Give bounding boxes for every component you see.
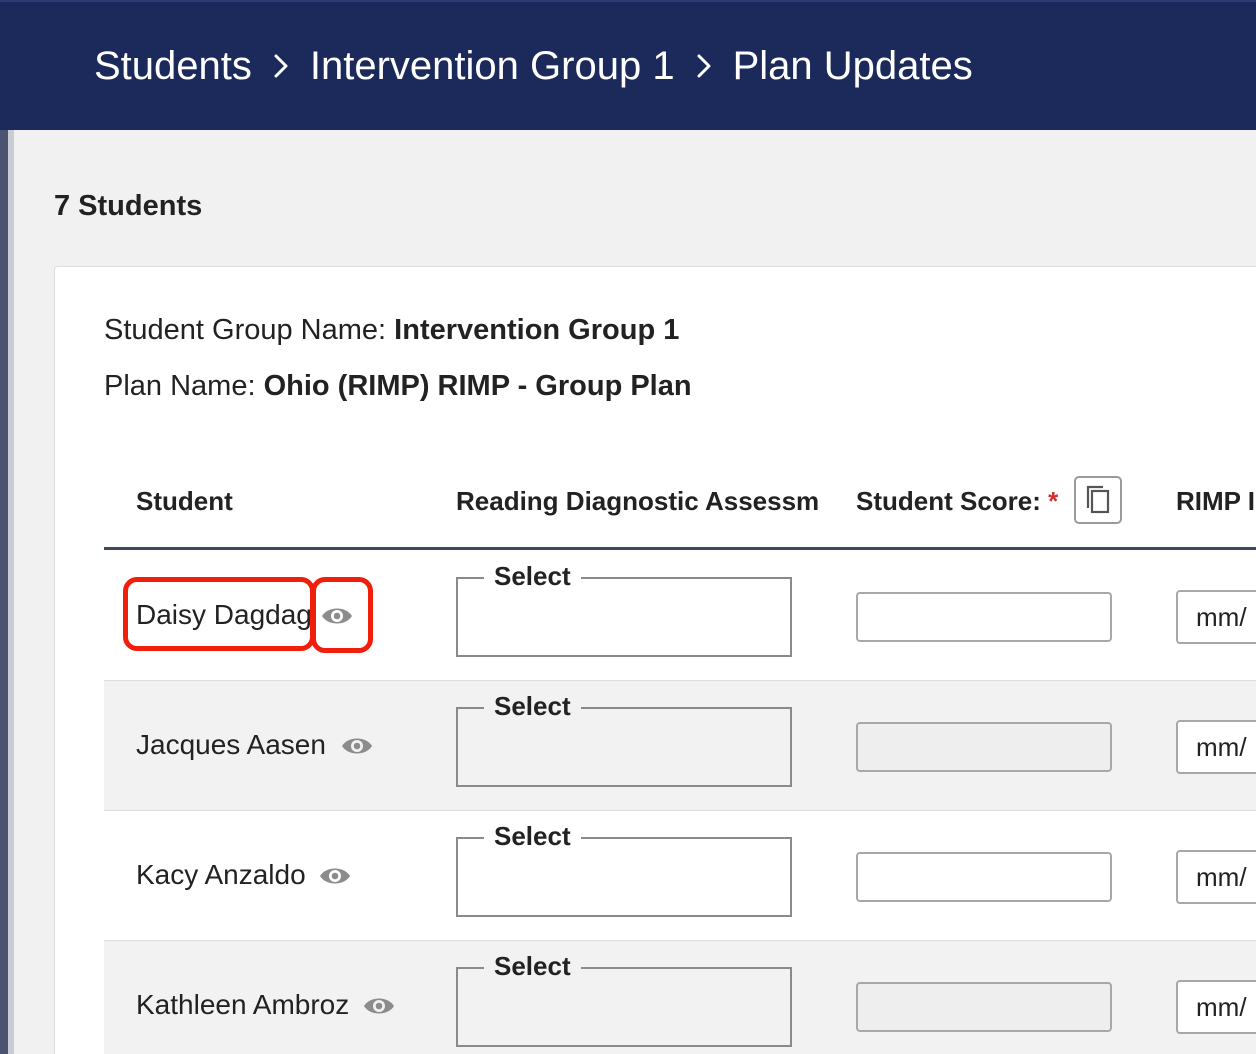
eye-icon[interactable] — [362, 994, 396, 1018]
copy-icon — [1086, 485, 1110, 514]
select-label: Select — [484, 561, 581, 592]
select-label: Select — [484, 821, 581, 852]
column-header-student[interactable]: Student — [136, 486, 233, 517]
eye-icon[interactable] — [318, 864, 352, 888]
page-header: Students Intervention Group 1 Plan Updat… — [0, 0, 1256, 130]
breadcrumb-students[interactable]: Students — [94, 44, 252, 89]
group-name-line: Student Group Name: Intervention Group 1 — [104, 314, 679, 347]
table-header-divider — [104, 547, 1256, 550]
student-score-input[interactable] — [856, 722, 1112, 772]
copy-score-button[interactable] — [1074, 476, 1122, 524]
rimp-date-input[interactable]: mm/ — [1176, 980, 1256, 1034]
plan-name-value: Ohio (RIMP) RIMP - Group Plan — [263, 370, 692, 402]
left-edge-strip — [0, 130, 8, 1054]
student-name-link[interactable]: Kathleen Ambroz — [136, 989, 349, 1021]
column-header-score[interactable]: Student Score: * — [856, 486, 1058, 517]
student-score-input[interactable] — [856, 982, 1112, 1032]
highlight-eye-icon — [311, 577, 373, 653]
chevron-right-icon — [266, 46, 296, 86]
column-header-rimp[interactable]: RIMP I — [1176, 486, 1255, 517]
left-edge-shadow — [8, 130, 14, 1054]
student-name-link[interactable]: Jacques Aasen — [136, 729, 326, 761]
student-count: 7 Students — [54, 190, 203, 222]
student-name-link[interactable]: Kacy Anzaldo — [136, 859, 306, 891]
student-score-input[interactable] — [856, 592, 1112, 642]
plan-name-label: Plan Name: — [104, 370, 256, 402]
rimp-date-input[interactable]: mm/ — [1176, 720, 1256, 774]
table-row: Jacques Aasen Select mm/ — [104, 681, 1256, 811]
column-header-assessment[interactable]: Reading Diagnostic Assessm — [456, 486, 819, 517]
score-header-label: Student Score: — [856, 486, 1041, 516]
breadcrumb-group[interactable]: Intervention Group 1 — [310, 44, 675, 89]
rimp-date-input[interactable]: mm/ — [1176, 590, 1256, 644]
chevron-right-icon — [689, 46, 719, 86]
rimp-date-input[interactable]: mm/ — [1176, 850, 1256, 904]
required-marker: * — [1048, 486, 1059, 516]
plan-name-line: Plan Name: Ohio (RIMP) RIMP - Group Plan — [104, 370, 692, 403]
group-name-label: Student Group Name: — [104, 314, 387, 346]
table-row: Kacy Anzaldo Select mm/ — [104, 811, 1256, 941]
student-score-input[interactable] — [856, 852, 1112, 902]
group-name-value: Intervention Group 1 — [394, 314, 680, 346]
select-label: Select — [484, 691, 581, 722]
eye-icon[interactable] — [340, 734, 374, 758]
breadcrumb-current: Plan Updates — [732, 43, 973, 88]
select-label: Select — [484, 951, 581, 982]
highlight-student-name — [123, 577, 315, 651]
table-row: Kathleen Ambroz Select mm/ — [104, 941, 1256, 1054]
breadcrumb: Students Intervention Group 1 Plan Updat… — [94, 44, 973, 89]
